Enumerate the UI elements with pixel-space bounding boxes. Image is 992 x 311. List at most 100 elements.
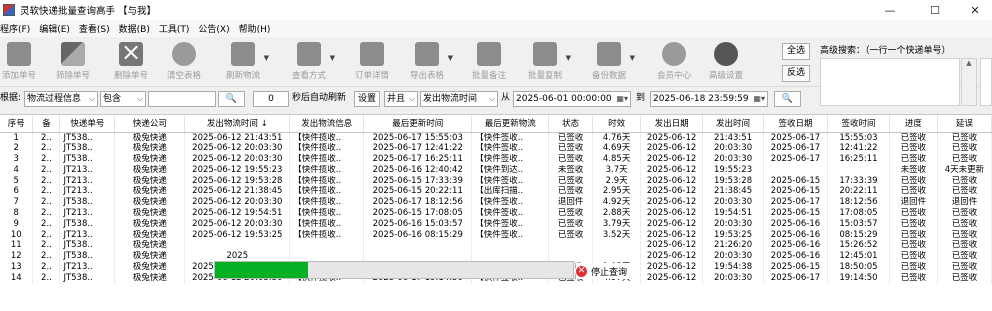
table-row[interactable]: 9 2.. JT538.. 极兔快递 2025-06-12 20:03:30 【快件揽收.…	[0, 218, 992, 230]
table-row[interactable]: 5 2.. JT213.. 极兔快递 2025-06-12 19:53:28 【快件揽收.…	[0, 175, 992, 187]
batch-remark-button[interactable]: 批量备注	[462, 40, 516, 84]
table-cell: 【快件签收..	[471, 197, 550, 209]
clear-table-button[interactable]: 清空表格	[157, 40, 211, 84]
table-cell: 未签收	[889, 164, 938, 176]
logic-select[interactable]: 并且 ⌵	[384, 91, 418, 107]
menu-program[interactable]: 程序(F)	[0, 22, 30, 35]
col-ship-time[interactable]: 发出物流时间 ↓	[184, 115, 291, 133]
table-cell: 1	[0, 132, 34, 144]
close-button[interactable]: ✕	[955, 0, 992, 20]
table-cell: 极兔快递	[114, 143, 186, 155]
table-cell: 2..	[32, 218, 61, 230]
table-cell: 已签收	[548, 132, 594, 144]
menu-help[interactable]: 帮助(H)	[239, 22, 271, 35]
date-search-button[interactable]: 🔍	[774, 91, 801, 107]
col-status[interactable]: 状态	[548, 115, 594, 133]
col-last-update-time[interactable]: 最后更新时间	[363, 115, 473, 133]
start-date-picker[interactable]: 2025-06-01 00:00:00 ▦▾	[513, 91, 631, 107]
table-cell: 4天未更新	[937, 164, 992, 176]
table-cell	[471, 240, 550, 252]
chevron-down-icon: ▼	[565, 54, 571, 62]
col-progress[interactable]: 进度	[889, 115, 938, 133]
table-row[interactable]: 1 2.. JT538.. 极兔快递 2025-06-12 21:43:51 【快件揽收.…	[0, 132, 992, 144]
results-table[interactable]: 序号 备 快递单号 快递公司 发出物流时间 ↓ 发出物流信息 最后更新时间 最后…	[0, 114, 992, 311]
minimize-button[interactable]: —	[870, 0, 910, 20]
settings-icon	[714, 42, 738, 66]
match-mode-select[interactable]: 包含 ⌵	[100, 91, 146, 107]
table-row[interactable]: 10 2.. JT213.. 极兔快递 2025-06-12 19:53:25 【快件揽收…	[0, 229, 992, 241]
export-table-button[interactable]: 导出表格 ▼	[400, 40, 454, 84]
basis-select[interactable]: 物流过程信息 ⌵	[24, 91, 98, 107]
table-cell: 未签收	[548, 164, 594, 176]
col-ship-info[interactable]: 发出物流信息	[289, 115, 365, 133]
invert-selection-button[interactable]: 反选	[782, 65, 810, 82]
refresh-logistics-button[interactable]: 刷新物流 ▼	[216, 40, 270, 84]
stop-query-button[interactable]: ✕ 停止查询	[576, 263, 636, 279]
advanced-search-input[interactable]	[820, 58, 960, 106]
filter-number-button[interactable]: 筛除单号	[46, 40, 100, 84]
col-ship-date[interactable]: 发出日期	[640, 115, 704, 133]
col-delay[interactable]: 延误	[937, 115, 992, 133]
keyword-input[interactable]	[148, 91, 216, 107]
col-tracking-no[interactable]: 快递单号	[59, 115, 116, 133]
batch-copy-button[interactable]: 批量复制 ▼	[518, 40, 572, 84]
table-cell: JT538..	[59, 143, 116, 155]
col-index[interactable]: 序号	[0, 115, 34, 133]
menu-notice[interactable]: 公告(X)	[198, 22, 229, 35]
table-row[interactable]: 8 2.. JT213.. 极兔快递 2025-06-12 19:54:51 【快件揽收.…	[0, 208, 992, 219]
view-mode-button[interactable]: 查看方式 ▼	[282, 40, 336, 84]
table-cell: 3.52天	[592, 229, 642, 241]
table-cell: 极兔快递	[114, 164, 186, 176]
table-cell: 2025-06-16 15:03:57	[363, 218, 473, 230]
scroll-up-icon[interactable]: ▲	[961, 58, 977, 106]
advanced-settings-button[interactable]: 高级设置	[699, 40, 753, 84]
select-all-button[interactable]: 全选	[782, 43, 810, 60]
table-cell: 已签收	[937, 208, 992, 219]
maximize-button[interactable]: ☐	[915, 0, 955, 20]
menu-view[interactable]: 查看(S)	[79, 22, 110, 35]
table-cell: 17:33:39	[827, 175, 890, 187]
table-cell: 2025-06-12	[640, 164, 704, 176]
col-sign-date[interactable]: 签收日期	[763, 115, 828, 133]
table-row[interactable]: 2 2.. JT538.. 极兔快递 2025-06-12 20:03:30 【快件揽收.…	[0, 143, 992, 155]
table-row[interactable]: 7 2.. JT538.. 极兔快递 2025-06-12 20:03:30 【快件揽收.…	[0, 197, 992, 209]
table-cell: 【快件揽收..	[289, 132, 365, 144]
time-field-select[interactable]: 发出物流时间 ⌵	[420, 91, 498, 107]
table-cell: 5	[0, 175, 34, 187]
table-cell: 2..	[32, 154, 61, 165]
menu-edit[interactable]: 编辑(E)	[39, 22, 70, 35]
delete-number-button[interactable]: 删除单号	[104, 38, 158, 84]
table-cell: 已签收	[889, 218, 938, 230]
col-sign-time[interactable]: 签收时间	[827, 115, 890, 133]
table-cell: 20:22:11	[827, 186, 890, 198]
table-cell: 2025-06-12 19:53:25	[184, 229, 291, 241]
backup-data-button[interactable]: 备份数据 ▼	[582, 40, 636, 84]
table-cell: 2025-06-12 21:43:51	[184, 132, 291, 144]
table-cell: 极兔快递	[114, 229, 186, 241]
col-duration[interactable]: 时效	[592, 115, 642, 133]
table-cell: 2025-06-17	[763, 154, 828, 165]
table-row[interactable]: 11 2.. JT538.. 极兔快递 2025-06-12 21:26:20 2025-0…	[0, 240, 992, 252]
set-button[interactable]: 设置	[354, 91, 380, 107]
table-row[interactable]: 6 2.. JT213.. 极兔快递 2025-06-12 21:38:45 【快件揽收.…	[0, 186, 992, 198]
table-row[interactable]: 3 2.. JT538.. 极兔快递 2025-06-12 20:03:30 【快件揽收.…	[0, 154, 992, 165]
table-cell: 2025-06-12	[640, 251, 704, 263]
table-row[interactable]: 4 2.. JT213.. 极兔快递 2025-06-12 19:55:23 【快件揽收.…	[0, 164, 992, 176]
menu-tools[interactable]: 工具(T)	[159, 22, 190, 35]
col-remark[interactable]: 备	[32, 115, 61, 133]
table-cell: 2..	[32, 186, 61, 198]
table-cell: 19:54:51	[702, 208, 765, 219]
table-cell: JT213..	[59, 208, 116, 219]
menu-data[interactable]: 数据(B)	[119, 22, 150, 35]
col-ship-clock[interactable]: 发出时间	[702, 115, 765, 133]
end-date-picker[interactable]: 2025-06-18 23:59:59 ▦▾	[650, 91, 768, 107]
col-courier[interactable]: 快递公司	[114, 115, 186, 133]
search-button[interactable]: 🔍	[218, 91, 245, 107]
table-cell: JT538..	[59, 240, 116, 252]
table-cell: 2025-06-17	[763, 272, 828, 284]
order-detail-button[interactable]: 订单详情	[345, 40, 399, 84]
table-cell: 3.7天	[592, 164, 642, 176]
refresh-interval-input[interactable]: 0	[253, 91, 289, 107]
col-last-update-info[interactable]: 最后更新物流	[471, 115, 550, 133]
table-cell: 20:03:30	[702, 251, 765, 263]
